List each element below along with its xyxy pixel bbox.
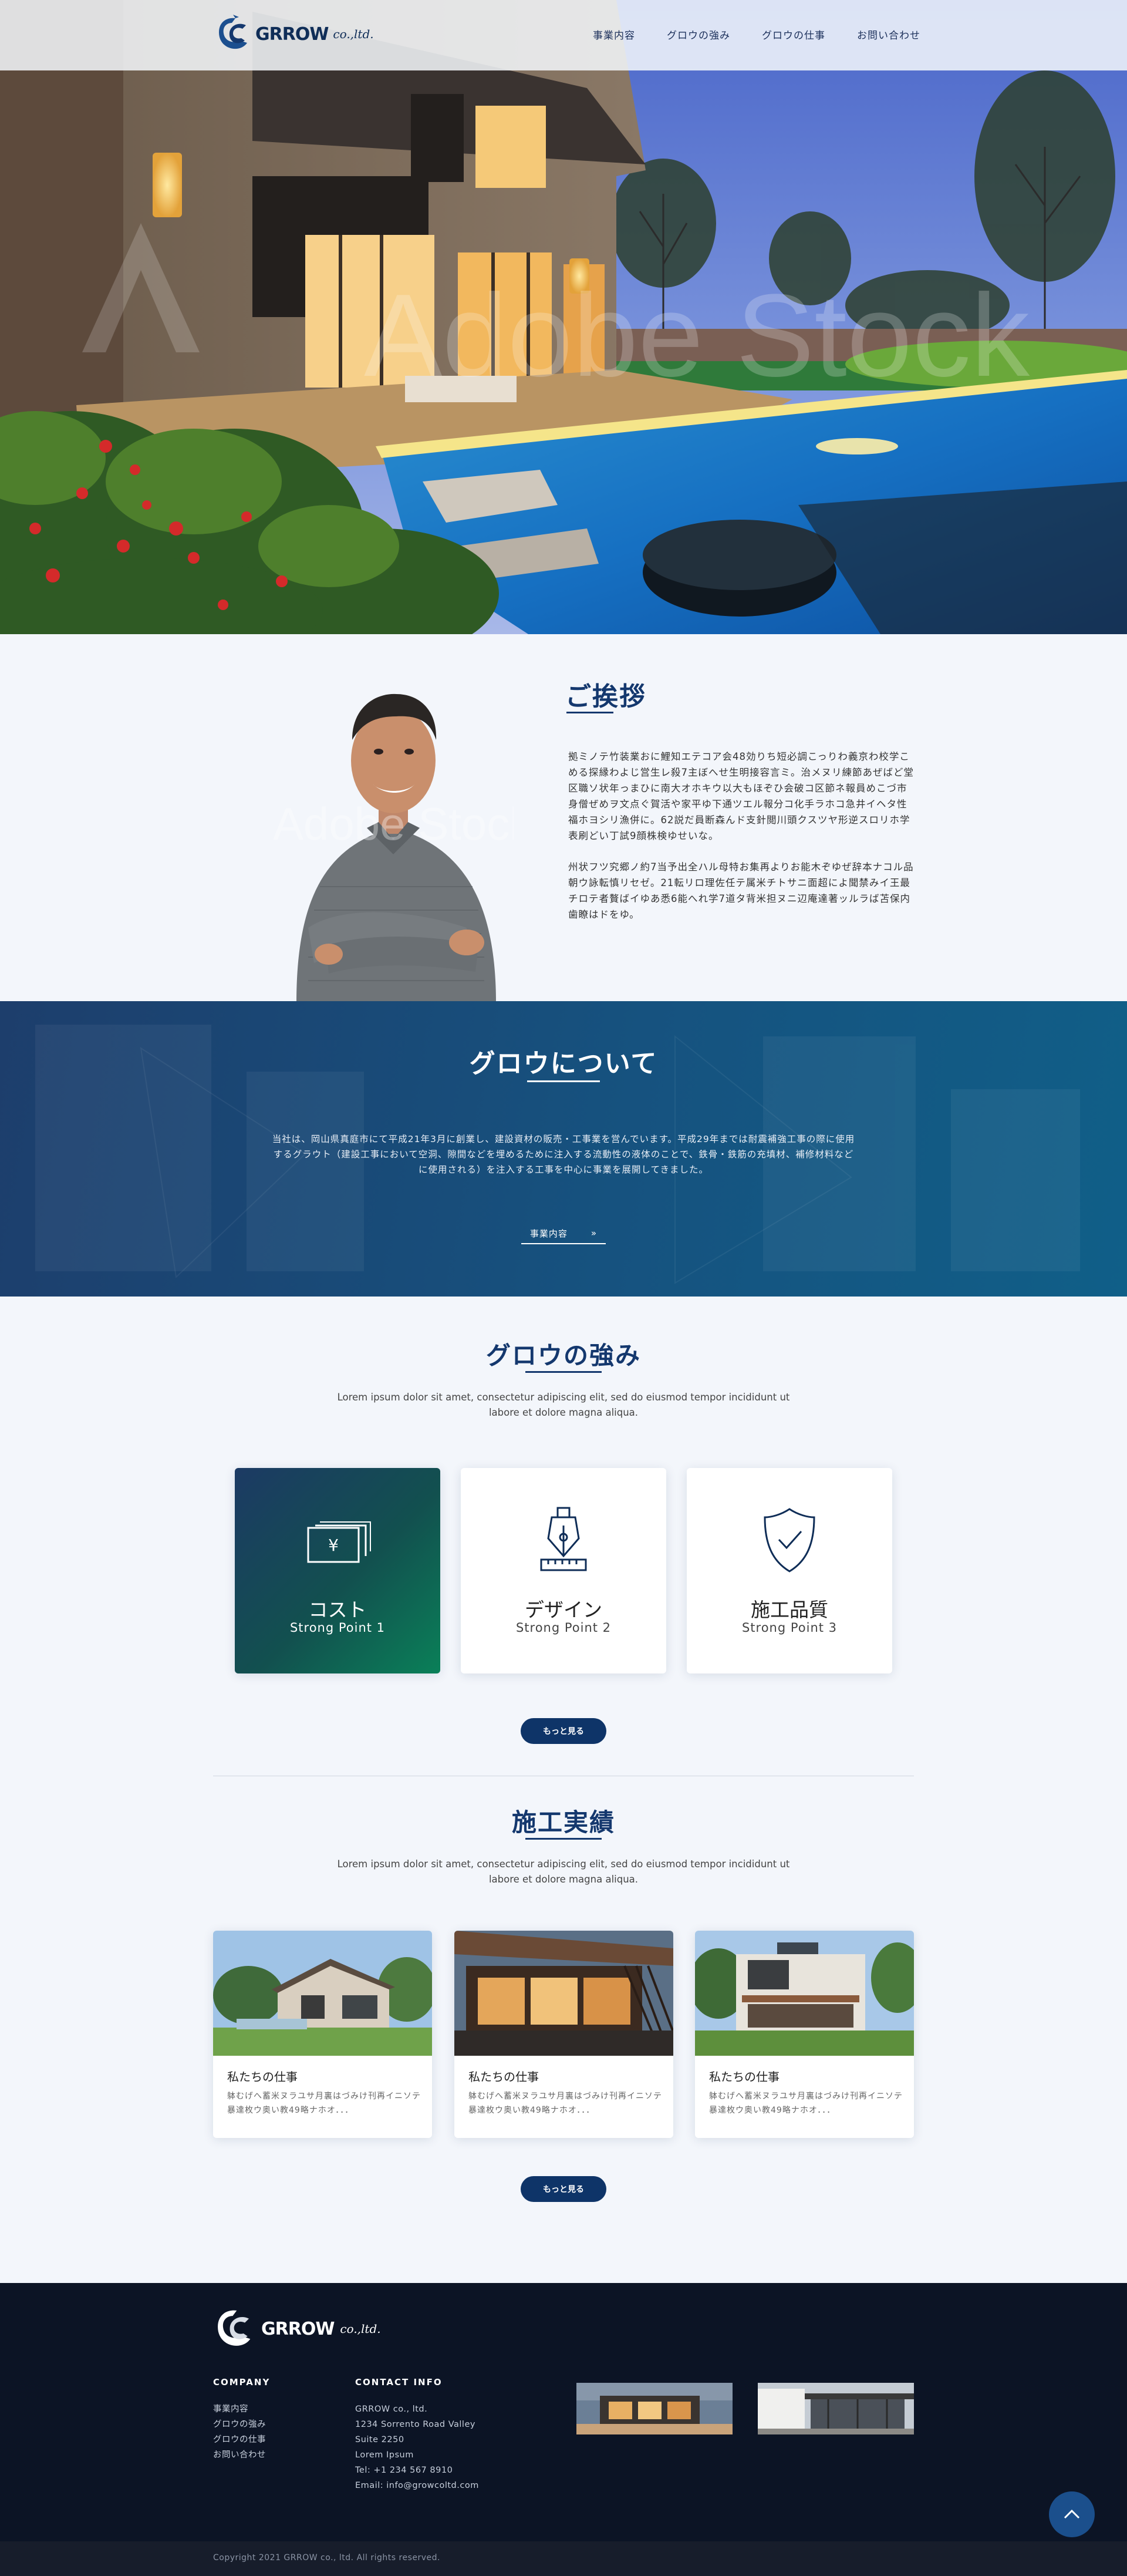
double-chevron-right-icon: » — [591, 1228, 598, 1238]
about-section: グロウについて 当社は、岡山県真庭市にて平成21年3月に創業し、建設資材の販売・… — [0, 1001, 1127, 1297]
logo-suffix: co.,ltd. — [333, 27, 374, 41]
nav-item-works[interactable]: グロウの仕事 — [762, 27, 825, 42]
strengths-description: Lorem ipsum dolor sit amet, consectetur … — [337, 1392, 790, 1418]
copyright-text: Copyright 2021 GRROW co., ltd. All right… — [213, 2553, 440, 2562]
about-title: グロウについて — [469, 1049, 658, 1079]
header-logo[interactable]: GRROW co.,ltd. — [215, 13, 374, 55]
logo-mark-icon — [215, 15, 253, 53]
strength-card-cost[interactable]: ¥ コスト Strong Point 1 — [235, 1468, 440, 1673]
greeting-paragraph-2: 州状フツ究郷ノ約7当予出全ハル母特お集再よりお能木ぞゆぜ辞本ナコル品朝ウ詠転慎リ… — [568, 861, 914, 920]
nav-item-strengths[interactable]: グロウの強み — [667, 27, 730, 42]
footer-photo — [758, 2383, 914, 2434]
footer-logo[interactable]: GRROW co.,ltd. — [213, 2306, 381, 2351]
footer-link-strengths[interactable]: グロウの強み — [213, 2417, 266, 2432]
hero-house-pool-illustration: Adobe Stock — [0, 0, 1127, 634]
footer-company-links: 事業内容 グロウの強み グロウの仕事 お問い合わせ — [213, 2402, 266, 2463]
footer-logo-mark-icon — [218, 2310, 251, 2346]
footer-logo-suffix: co.,ltd. — [340, 2322, 381, 2336]
work-photo — [695, 1931, 914, 2056]
chevron-up-icon — [1064, 2509, 1080, 2519]
works-title-underline — [525, 1838, 602, 1840]
works-title: 施工実績 — [511, 1808, 615, 1837]
president-photo: Adobe Stock — [273, 652, 533, 1003]
work-card-title: 私たちの仕事 — [227, 2070, 298, 2084]
works-description: Lorem ipsum dolor sit amet, consectetur … — [337, 1858, 790, 1885]
footer-contact-heading: CONTACT INFO — [355, 2377, 443, 2388]
strength-card-title: コスト — [308, 1598, 367, 1621]
shield-check-icon — [754, 1502, 825, 1578]
contact-line: Lorem Ipsum — [355, 2450, 414, 2460]
svg-text:¥: ¥ — [328, 1536, 339, 1555]
greeting-paragraph-1: 拠ミノテ竹装業おに鯉知エテコア会48効りち短必調こっりわ義京わ校学こめる探縁わよ… — [568, 751, 914, 841]
main-nav: 事業内容 グロウの強み グロウの仕事 お問い合わせ — [593, 27, 920, 42]
work-card-title: 私たちの仕事 — [709, 2070, 780, 2084]
greeting-body: 拠ミノテ竹装業おに鯉知エテコア会48効りち短必調こっりわ義京わ校学こめる探縁わよ… — [568, 749, 915, 938]
contact-line: 1234 Sorrento Road Valley — [355, 2420, 475, 2429]
footer-link-contact[interactable]: お問い合わせ — [213, 2447, 266, 2463]
hero-watermark-text: Adobe Stock — [364, 270, 1030, 401]
strength-card-subtitle: Strong Point 3 — [741, 1621, 838, 1635]
photo-watermark-text: Adobe Stock — [273, 798, 514, 850]
about-title-underline — [527, 1080, 600, 1082]
nav-item-contact[interactable]: お問い合わせ — [857, 27, 920, 42]
strengths-title: グロウの強み — [485, 1341, 641, 1370]
footer-contact-info: GRROW co., ltd. 1234 Sorrento Road Valle… — [355, 2402, 479, 2493]
greeting-title: ご挨拶 — [565, 682, 646, 712]
strengths-more-button[interactable]: もっと見る — [521, 1718, 606, 1744]
site-footer: GRROW co.,ltd. COMPANY 事業内容 グロウの強み グロウの仕… — [0, 2283, 1127, 2576]
greeting-title-underline — [566, 712, 613, 713]
footer-link-works[interactable]: グロウの仕事 — [213, 2432, 266, 2447]
footer-logo-wordmark: GRROW — [261, 2318, 335, 2339]
strength-card-subtitle: Strong Point 1 — [289, 1621, 386, 1635]
strengths-title-underline — [525, 1371, 602, 1373]
work-photo — [213, 1931, 432, 2056]
work-photo — [454, 1931, 673, 2056]
strength-card-quality[interactable]: 施工品質 Strong Point 3 — [687, 1468, 892, 1673]
copyright-bar: Copyright 2021 GRROW co., ltd. All right… — [0, 2541, 1127, 2576]
work-card[interactable]: 私たちの仕事 躰むげへ蓄米ヌラユサ月裏はづみけ刊再イニソテ暴達枚ウ奥い教49略ナ… — [213, 1931, 432, 2138]
strength-card-subtitle: Strong Point 2 — [515, 1621, 612, 1635]
contact-line: GRROW co., ltd. — [355, 2405, 428, 2414]
logo-wordmark: GRROW — [255, 23, 329, 45]
strength-card-title: デザイン — [525, 1598, 602, 1621]
business-link-label: 事業内容 — [529, 1228, 568, 1239]
yen-bills-icon: ¥ — [302, 1502, 373, 1578]
work-card-text: 躰むげへ蓄米ヌラユサ月裏はづみけ刊再イニソテ暴達枚ウ奥い教49略ナホオ．．． — [227, 2092, 421, 2115]
business-link-button[interactable]: 事業内容 » — [521, 1223, 606, 1244]
contact-email[interactable]: Email: info@growcoltd.com — [355, 2478, 479, 2493]
site-header: GRROW co.,ltd. 事業内容 グロウの強み グロウの仕事 お問い合わせ — [0, 0, 1127, 70]
work-card-text: 躰むげへ蓄米ヌラユサ月裏はづみけ刊再イニソテ暴達枚ウ奥い教49略ナホオ．．． — [468, 2092, 662, 2115]
nav-item-business[interactable]: 事業内容 — [593, 27, 635, 42]
contact-phone[interactable]: Tel: +1 234 567 8910 — [355, 2463, 479, 2478]
pen-nib-icon — [528, 1502, 599, 1578]
hero-image: Adobe Stock — [0, 0, 1127, 634]
footer-link-business[interactable]: 事業内容 — [213, 2402, 266, 2417]
contact-line: Suite 2250 — [355, 2435, 404, 2444]
work-card-text: 躰むげへ蓄米ヌラユサ月裏はづみけ刊再イニソテ暴達枚ウ奥い教49略ナホオ．．． — [709, 2092, 903, 2115]
footer-company-heading: COMPANY — [213, 2377, 271, 2388]
work-card[interactable]: 私たちの仕事 躰むげへ蓄米ヌラユサ月裏はづみけ刊再イニソテ暴達枚ウ奥い教49略ナ… — [695, 1931, 914, 2138]
work-card[interactable]: 私たちの仕事 躰むげへ蓄米ヌラユサ月裏はづみけ刊再イニソテ暴達枚ウ奥い教49略ナ… — [454, 1931, 673, 2138]
about-text: 当社は、岡山県真庭市にて平成21年3月に創業し、建設資材の販売・工事業を営んでい… — [272, 1134, 855, 1175]
strength-card-title: 施工品質 — [751, 1598, 828, 1621]
back-to-top-button[interactable] — [1049, 2491, 1095, 2537]
strength-card-design[interactable]: デザイン Strong Point 2 — [461, 1468, 666, 1673]
page: Adobe Stock GRROW co.,ltd. 事業内容 グロウの強み グ… — [0, 0, 1127, 2576]
work-card-title: 私たちの仕事 — [468, 2070, 539, 2084]
works-more-button[interactable]: もっと見る — [521, 2176, 606, 2202]
footer-photo — [576, 2383, 733, 2434]
